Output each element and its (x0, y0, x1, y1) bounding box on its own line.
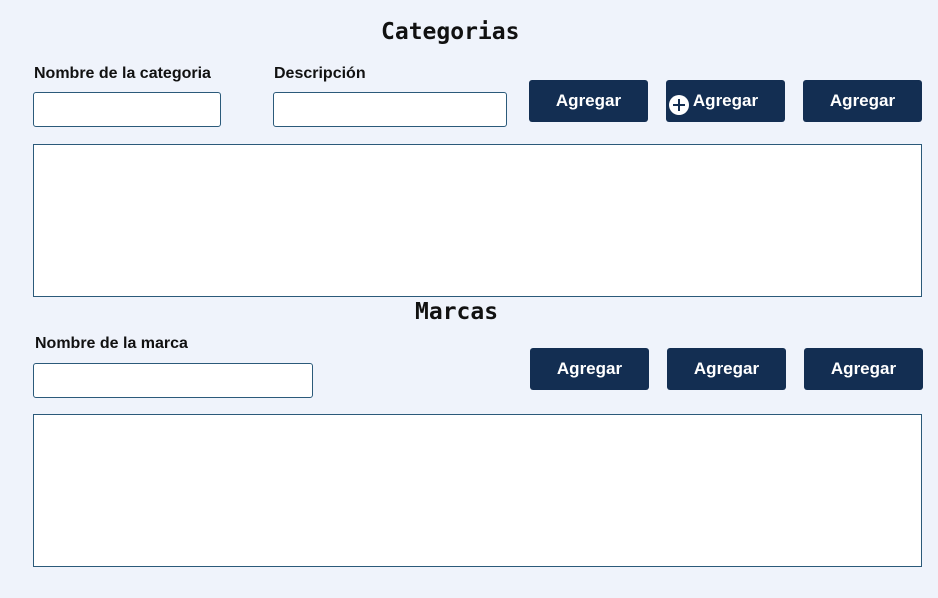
brand-name-label: Nombre de la marca (35, 335, 188, 352)
brand-add-button-2[interactable]: Agregar (667, 348, 786, 390)
brand-add-button-3[interactable]: Agregar (804, 348, 923, 390)
button-label: Agregar (829, 91, 896, 110)
categorias-title: Categorias (381, 19, 520, 45)
category-description-input[interactable] (273, 92, 507, 127)
brands-list-panel (33, 414, 922, 567)
button-label: Agregar (556, 359, 623, 378)
category-name-label: Nombre de la categoria (34, 65, 211, 82)
category-add-button-3[interactable]: Agregar (803, 80, 922, 122)
category-description-label: Descripción (274, 65, 366, 82)
brand-name-input[interactable] (33, 363, 313, 398)
marcas-title: Marcas (415, 299, 499, 325)
button-label: Agregar (830, 359, 897, 378)
button-label: Agregar (692, 91, 759, 110)
category-add-button-2[interactable]: Agregar (666, 80, 785, 122)
plus-circle-icon (669, 95, 689, 115)
category-add-button-1[interactable]: Agregar (529, 80, 648, 122)
brand-add-button-1[interactable]: Agregar (530, 348, 649, 390)
categories-list-panel (33, 144, 922, 297)
button-label: Agregar (555, 91, 622, 110)
category-name-input[interactable] (33, 92, 221, 127)
button-label: Agregar (693, 359, 760, 378)
